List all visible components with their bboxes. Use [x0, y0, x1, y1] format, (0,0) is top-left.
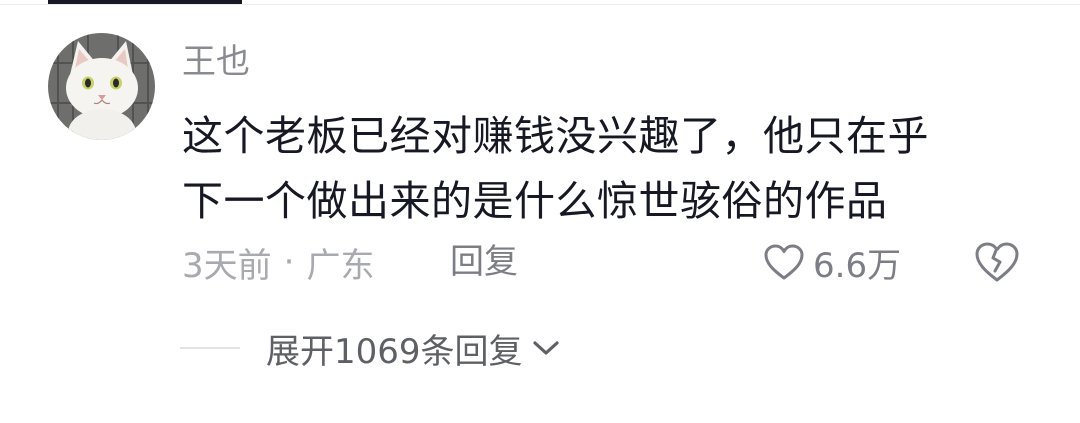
expand-replies-button[interactable]: 展开1069条回复 — [266, 324, 561, 373]
like-button[interactable]: 6.6万 — [763, 238, 901, 286]
dislike-button[interactable] — [974, 240, 1020, 284]
expand-replies-label: 展开1069条回复 — [266, 331, 523, 372]
like-count: 6.6万 — [813, 245, 902, 286]
expand-replies-row: 展开1069条回复 — [180, 322, 561, 374]
chevron-down-icon — [532, 341, 559, 355]
comment-location: 广东 — [306, 245, 375, 286]
expand-divider — [180, 347, 240, 349]
avatar[interactable] — [48, 33, 155, 140]
cat-avatar-icon — [48, 33, 155, 140]
comment-time: 3天前 — [182, 245, 272, 286]
broken-heart-icon — [975, 242, 1019, 282]
comment-meta: 3天前 · 广东 — [182, 238, 374, 286]
top-divider — [0, 4, 1080, 5]
comment-text: 这个老板已经对赚钱没兴趣了，他只在乎 下一个做出来的是什么惊世骇俗的作品 — [182, 104, 1042, 234]
comment-text-line: 下一个做出来的是什么惊世骇俗的作品 — [182, 177, 888, 225]
comment-text-line: 这个老板已经对赚钱没兴趣了，他只在乎 — [182, 112, 929, 160]
heart-outline-icon — [764, 244, 804, 280]
username[interactable]: 王也 — [182, 40, 250, 84]
meta-separator: · — [283, 242, 295, 282]
reply-button[interactable]: 回复 — [450, 238, 518, 286]
